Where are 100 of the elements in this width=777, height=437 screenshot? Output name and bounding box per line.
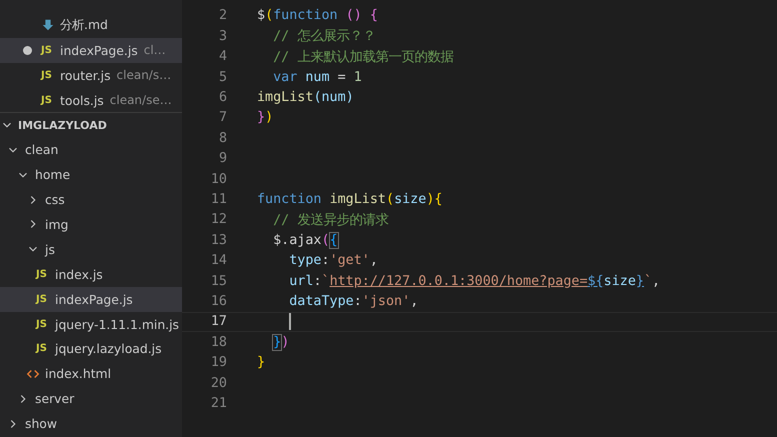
code-token: function xyxy=(273,8,338,24)
project-title: IMGLAZYLOAD xyxy=(18,118,107,132)
code-token: ( xyxy=(265,8,274,24)
code-token: ( xyxy=(386,192,394,207)
code-token: } xyxy=(257,110,266,126)
js-file-icon: JS xyxy=(36,294,50,305)
code-token: ) xyxy=(265,110,274,126)
code-token: imgList xyxy=(330,192,386,207)
code-token: dataType xyxy=(289,294,354,309)
item-name: server xyxy=(35,391,74,406)
line-number: 17 xyxy=(210,314,227,330)
file-name: 分析.md xyxy=(60,16,108,34)
code-token: url xyxy=(289,274,314,289)
item-name: show xyxy=(25,416,58,432)
code-token: } xyxy=(273,334,282,350)
file-path: clean/s… xyxy=(116,68,172,82)
explorer-section-header[interactable]: IMGLAZYLOAD xyxy=(0,112,182,138)
code-token: ) xyxy=(346,90,354,106)
js-file-icon: JS xyxy=(36,343,50,354)
code-token: : xyxy=(313,274,322,289)
file-item[interactable]: JS jquery-1.11.1.min.js xyxy=(0,312,182,336)
item-name: indexPage.js xyxy=(55,292,133,307)
code-token: : xyxy=(322,253,330,268)
line-number: 18 xyxy=(210,334,227,350)
js-file-icon: JS xyxy=(36,318,50,330)
item-name: index.html xyxy=(45,366,112,382)
code-token: { xyxy=(330,232,338,248)
file-path: cl… xyxy=(144,43,166,58)
item-name: clean xyxy=(25,142,58,158)
folder-item[interactable]: home xyxy=(0,162,182,188)
line-number: 7 xyxy=(218,110,227,126)
item-name: js xyxy=(45,242,55,257)
file-name: tools.js xyxy=(60,92,104,108)
folder-item[interactable]: show xyxy=(0,411,182,436)
file-name: indexPage.js xyxy=(60,42,138,58)
line-number: 16 xyxy=(210,294,227,309)
code-token: type xyxy=(289,253,322,268)
line-number: 14 xyxy=(210,253,227,268)
line-number: 13 xyxy=(210,232,227,248)
code-token: function xyxy=(257,192,322,207)
unsaved-dot-icon xyxy=(23,46,32,55)
folder-item[interactable]: js xyxy=(0,236,182,262)
item-name: home xyxy=(35,167,70,182)
line-number: 21 xyxy=(210,396,227,411)
down-arrow-icon xyxy=(41,18,55,32)
file-item[interactable]: JS indexPage.js xyxy=(0,286,182,312)
code-token: $ xyxy=(257,8,266,24)
item-name: img xyxy=(45,216,68,232)
line-number: 5 xyxy=(218,70,227,85)
open-editor-item[interactable]: JS router.js clean/s… xyxy=(0,62,182,88)
folder-item[interactable]: clean xyxy=(0,137,182,162)
code-token: ){ xyxy=(426,192,442,207)
file-item[interactable]: JS index.js xyxy=(0,262,182,287)
code-token: , xyxy=(410,294,418,309)
folder-item[interactable]: server xyxy=(0,386,182,412)
js-file-icon: JS xyxy=(36,268,50,280)
code-token: size xyxy=(394,192,426,207)
code-token: { xyxy=(370,8,378,24)
code-token: ` xyxy=(644,274,652,289)
line-number: 2 xyxy=(218,8,227,24)
line-number: 9 xyxy=(218,151,227,166)
file-path: clean/se… xyxy=(110,93,172,107)
line-number: 6 xyxy=(218,90,227,106)
line-number: 12 xyxy=(210,212,227,228)
line-number: 11 xyxy=(210,192,227,207)
code-token: } xyxy=(257,355,266,370)
open-editor-item[interactable]: JS indexPage.js cl… xyxy=(0,38,182,63)
code-token: , xyxy=(370,253,378,268)
folder-item[interactable]: css xyxy=(0,187,182,212)
text-cursor xyxy=(289,313,292,330)
code-token: var xyxy=(273,70,298,85)
open-editor-item[interactable]: JS tools.js clean/se… xyxy=(0,88,182,112)
open-editor-item[interactable]: 分析.md xyxy=(0,12,182,38)
item-name: jquery-1.11.1.min.js xyxy=(55,316,180,332)
code-token: 'json' xyxy=(362,294,410,309)
folder-item[interactable]: img xyxy=(0,212,182,237)
line-number: 10 xyxy=(210,172,227,187)
code-token: 'get' xyxy=(330,253,370,268)
code-token: // 怎么展示？？ xyxy=(273,28,376,46)
code-token: ( xyxy=(313,90,322,106)
code-token: imgList xyxy=(257,90,314,106)
line-number: 15 xyxy=(210,274,227,289)
item-name: jquery.lazyload.js xyxy=(55,341,162,356)
code-token: ${ xyxy=(588,274,604,289)
js-file-icon: JS xyxy=(41,70,55,81)
code-token: http://127.0.0.1:3000/home?page= xyxy=(330,274,588,289)
code-token: , xyxy=(652,274,660,289)
js-file-icon: JS xyxy=(41,44,55,56)
file-item[interactable]: JS jquery.lazyload.js xyxy=(0,336,182,362)
code-token: } xyxy=(636,274,644,289)
code-token: ( xyxy=(322,232,330,248)
js-file-icon: JS xyxy=(41,94,55,106)
line-number: 20 xyxy=(210,376,227,391)
line-number: 8 xyxy=(218,130,227,146)
file-item[interactable]: index.html xyxy=(0,361,182,386)
code-token: : xyxy=(354,294,362,309)
code-token: 1 xyxy=(354,70,362,85)
item-name: index.js xyxy=(55,266,103,282)
code-token: // 发送异步的请求 xyxy=(273,212,388,229)
code-token: = xyxy=(338,70,347,85)
